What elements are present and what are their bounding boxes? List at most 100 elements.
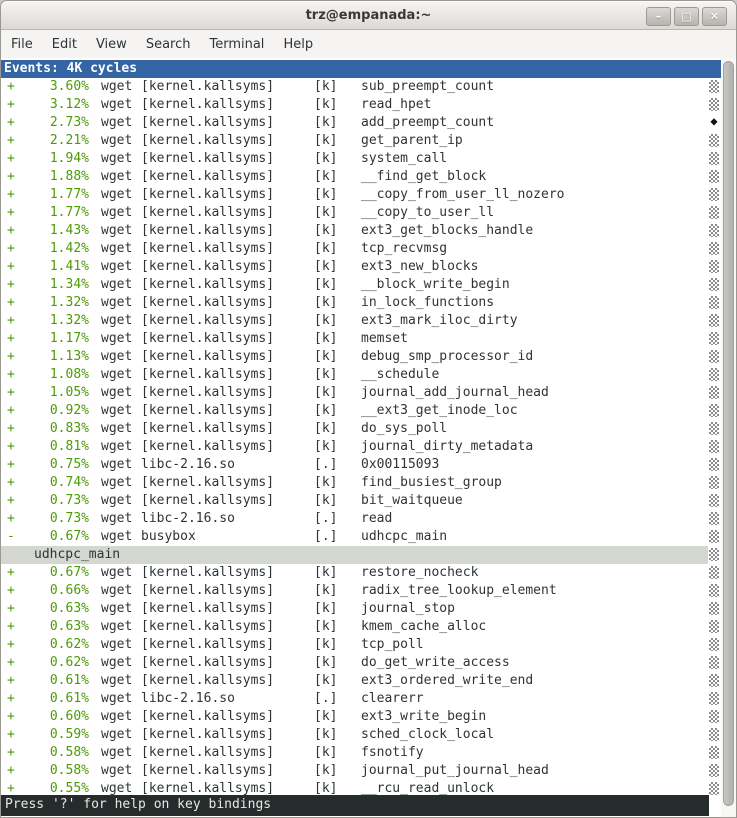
overhead-percent: 0.63% xyxy=(37,600,89,618)
perf-row-journal_stop[interactable]: +0.63%wget[kernel.kallsyms][k]journal_st… xyxy=(1,600,723,618)
symbol-name: 0x00115093 xyxy=(361,456,439,474)
perf-row-bit_waitqueue[interactable]: +0.73%wget[kernel.kallsyms][k]bit_waitqu… xyxy=(1,492,723,510)
menu-item-edit[interactable]: Edit xyxy=(52,37,77,52)
symbol-name: kmem_cache_alloc xyxy=(361,618,486,636)
overhead-percent: 1.42% xyxy=(37,240,89,258)
symbol-name: get_parent_ip xyxy=(361,132,463,150)
perf-row-journal_dirty_metadata[interactable]: +0.81%wget[kernel.kallsyms][k]journal_di… xyxy=(1,438,723,456)
scroll-track-marker-icon xyxy=(709,494,719,507)
perf-row-do_get_write_access[interactable]: +0.62%wget[kernel.kallsyms][k]do_get_wri… xyxy=(1,654,723,672)
shared-object: [kernel.kallsyms] xyxy=(141,204,314,222)
perf-row-__block_write_begin[interactable]: +1.34%wget[kernel.kallsyms][k]__block_wr… xyxy=(1,276,723,294)
symbol-name: clearerr xyxy=(361,690,424,708)
perf-row-0x00115093[interactable]: +0.75%wgetlibc-2.16.so[.]0x00115093 xyxy=(1,456,723,474)
perf-row-ext3_mark_iloc_dirty[interactable]: +1.32%wget[kernel.kallsyms][k]ext3_mark_… xyxy=(1,312,723,330)
scroll-track-marker-icon xyxy=(709,404,719,417)
perf-row-__ext3_get_inode_loc[interactable]: +0.92%wget[kernel.kallsyms][k]__ext3_get… xyxy=(1,402,723,420)
perf-row-find_busiest_group[interactable]: +0.74%wget[kernel.kallsyms][k]find_busie… xyxy=(1,474,723,492)
command: wget xyxy=(101,366,141,384)
perf-row-tcp_poll[interactable]: +0.62%wget[kernel.kallsyms][k]tcp_poll xyxy=(1,636,723,654)
privilege-level: [.] xyxy=(314,528,361,546)
perf-row-__copy_from_user_ll_nozero[interactable]: +1.77%wget[kernel.kallsyms][k]__copy_fro… xyxy=(1,186,723,204)
perf-row-__copy_to_user_ll[interactable]: +1.77%wget[kernel.kallsyms][k]__copy_to_… xyxy=(1,204,723,222)
perf-row-radix_tree_lookup_element[interactable]: +0.66%wget[kernel.kallsyms][k]radix_tree… xyxy=(1,582,723,600)
privilege-level: [k] xyxy=(314,294,361,312)
overhead-percent: 0.67% xyxy=(37,564,89,582)
perf-row-journal_add_journal_head[interactable]: +1.05%wget[kernel.kallsyms][k]journal_ad… xyxy=(1,384,723,402)
fold-toggle: + xyxy=(1,510,37,528)
title-bar[interactable]: trz@empanada:~ – □ ✕ xyxy=(1,1,736,30)
scroll-track-marker-icon xyxy=(709,296,719,309)
perf-callchain-row[interactable]: udhcpc_main xyxy=(1,546,708,564)
perf-row-memset[interactable]: +1.17%wget[kernel.kallsyms][k]memset xyxy=(1,330,723,348)
symbol-name: ext3_write_begin xyxy=(361,708,486,726)
perf-row-system_call[interactable]: +1.94%wget[kernel.kallsyms][k]system_cal… xyxy=(1,150,723,168)
menu-item-file[interactable]: File xyxy=(11,37,33,52)
perf-row-__find_get_block[interactable]: +1.88%wget[kernel.kallsyms][k]__find_get… xyxy=(1,168,723,186)
perf-row-read_hpet[interactable]: +3.12%wget[kernel.kallsyms][k]read_hpet xyxy=(1,96,723,114)
shared-object: [kernel.kallsyms] xyxy=(141,168,314,186)
shared-object: [kernel.kallsyms] xyxy=(141,564,314,582)
symbol-name: radix_tree_lookup_element xyxy=(361,582,557,600)
menu-item-terminal[interactable]: Terminal xyxy=(209,37,264,52)
callchain-symbol: udhcpc_main xyxy=(34,547,120,562)
perf-row-ext3_ordered_write_end[interactable]: +0.61%wget[kernel.kallsyms][k]ext3_order… xyxy=(1,672,723,690)
perf-row-udhcpc_main[interactable]: -0.67%wgetbusybox[.]udhcpc_main xyxy=(1,528,723,546)
perf-row-do_sys_poll[interactable]: +0.83%wget[kernel.kallsyms][k]do_sys_pol… xyxy=(1,420,723,438)
overhead-percent: 0.73% xyxy=(37,510,89,528)
terminal-window: trz@empanada:~ – □ ✕ File Edit View Search T… xyxy=(0,0,737,818)
perf-row-sub_preempt_count[interactable]: +3.60%wget[kernel.kallsyms][k]sub_preemp… xyxy=(1,78,723,96)
privilege-level: [k] xyxy=(314,78,361,96)
maximize-button[interactable]: □ xyxy=(674,7,699,26)
overhead-percent: 0.74% xyxy=(37,474,89,492)
privilege-level: [.] xyxy=(314,690,361,708)
menu-item-view[interactable]: View xyxy=(96,37,127,52)
perf-row-tcp_recvmsg[interactable]: +1.42%wget[kernel.kallsyms][k]tcp_recvms… xyxy=(1,240,723,258)
menu-item-search[interactable]: Search xyxy=(146,37,191,52)
terminal-screen[interactable]: Events: 4K cycles +3.60%wget[kernel.kall… xyxy=(1,58,736,817)
overhead-percent: 1.08% xyxy=(37,366,89,384)
perf-row-sched_clock_local[interactable]: +0.59%wget[kernel.kallsyms][k]sched_cloc… xyxy=(1,726,723,744)
perf-row-add_preempt_count[interactable]: +2.73%wget[kernel.kallsyms][k]add_preemp… xyxy=(1,114,723,132)
scrollbar-thumb[interactable] xyxy=(723,61,734,806)
scroll-track-marker-icon xyxy=(709,746,719,759)
privilege-level: [k] xyxy=(314,618,361,636)
fold-toggle: + xyxy=(1,330,37,348)
perf-row-ext3_write_begin[interactable]: +0.60%wget[kernel.kallsyms][k]ext3_write… xyxy=(1,708,723,726)
perf-row-ext3_get_blocks_handle[interactable]: +1.43%wget[kernel.kallsyms][k]ext3_get_b… xyxy=(1,222,723,240)
overhead-percent: 0.58% xyxy=(37,762,89,780)
symbol-name: __schedule xyxy=(361,366,439,384)
menu-item-help[interactable]: Help xyxy=(283,37,313,52)
scroll-track-marker-icon xyxy=(709,422,719,435)
perf-row-debug_smp_processor_id[interactable]: +1.13%wget[kernel.kallsyms][k]debug_smp_… xyxy=(1,348,723,366)
perf-row-read[interactable]: +0.73%wgetlibc-2.16.so[.]read xyxy=(1,510,723,528)
command: wget xyxy=(101,492,141,510)
perf-row-ext3_new_blocks[interactable]: +1.41%wget[kernel.kallsyms][k]ext3_new_b… xyxy=(1,258,723,276)
minimize-button[interactable]: – xyxy=(646,7,671,26)
privilege-level: [.] xyxy=(314,456,361,474)
perf-row-journal_put_journal_head[interactable]: +0.58%wget[kernel.kallsyms][k]journal_pu… xyxy=(1,762,723,780)
perf-row-get_parent_ip[interactable]: +2.21%wget[kernel.kallsyms][k]get_parent… xyxy=(1,132,723,150)
fold-toggle: + xyxy=(1,402,37,420)
command: wget xyxy=(101,564,141,582)
scrollbar-track[interactable] xyxy=(721,58,736,817)
symbol-name: journal_add_journal_head xyxy=(361,384,549,402)
shared-object: [kernel.kallsyms] xyxy=(141,618,314,636)
shared-object: [kernel.kallsyms] xyxy=(141,276,314,294)
scroll-track-marker-icon xyxy=(709,548,719,561)
command: wget xyxy=(101,672,141,690)
perf-row-in_lock_functions[interactable]: +1.32%wget[kernel.kallsyms][k]in_lock_fu… xyxy=(1,294,723,312)
privilege-level: [k] xyxy=(314,492,361,510)
symbol-name: do_sys_poll xyxy=(361,420,447,438)
perf-row-__schedule[interactable]: +1.08%wget[kernel.kallsyms][k]__schedule xyxy=(1,366,723,384)
symbol-name: tcp_recvmsg xyxy=(361,240,447,258)
perf-row-restore_nocheck[interactable]: +0.67%wget[kernel.kallsyms][k]restore_no… xyxy=(1,564,723,582)
command: wget xyxy=(101,330,141,348)
perf-row-fsnotify[interactable]: +0.58%wget[kernel.kallsyms][k]fsnotify xyxy=(1,744,723,762)
perf-row-clearerr[interactable]: +0.61%wgetlibc-2.16.so[.]clearerr xyxy=(1,690,723,708)
fold-toggle: + xyxy=(1,672,37,690)
shared-object: [kernel.kallsyms] xyxy=(141,672,314,690)
perf-row-kmem_cache_alloc[interactable]: +0.63%wget[kernel.kallsyms][k]kmem_cache… xyxy=(1,618,723,636)
close-button[interactable]: ✕ xyxy=(702,7,727,26)
command: wget xyxy=(101,114,141,132)
